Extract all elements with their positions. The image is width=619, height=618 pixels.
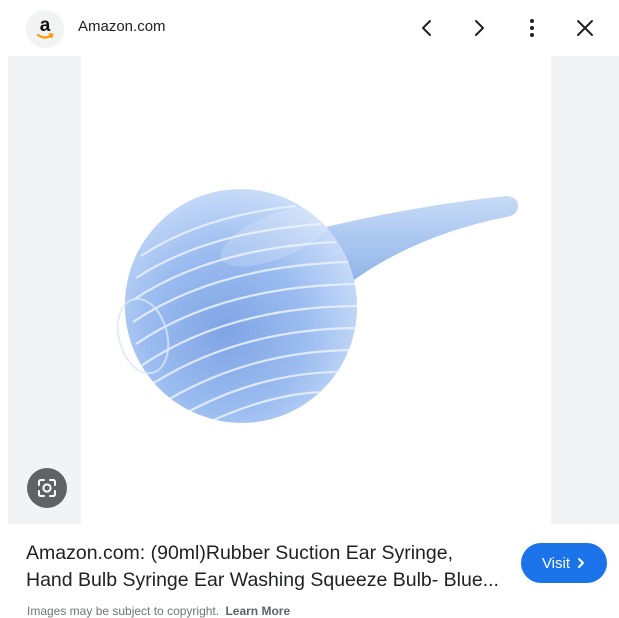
site-name[interactable]: Amazon.com <box>78 18 166 35</box>
google-lens-button[interactable] <box>27 468 67 508</box>
more-options-button[interactable] <box>514 10 550 46</box>
close-button[interactable] <box>567 10 603 46</box>
close-icon <box>577 20 593 36</box>
amazon-favicon[interactable]: a <box>26 10 64 48</box>
chevron-right-icon <box>578 558 585 568</box>
visit-label: Visit <box>541 554 571 572</box>
rubber-bulb-syringe-photo <box>116 189 518 429</box>
preview-header: a Amazon.com <box>8 0 619 56</box>
amazon-logo-icon: a <box>36 16 54 39</box>
next-button[interactable] <box>461 10 497 46</box>
previous-icon <box>422 20 431 36</box>
next-icon <box>475 20 484 36</box>
visit-button[interactable]: Visit <box>521 543 607 583</box>
image-viewer <box>8 56 619 524</box>
more-options-icon <box>530 19 534 37</box>
result-title[interactable]: Amazon.com: (90ml)Rubber Suction Ear Syr… <box>26 540 504 594</box>
favicon-letter: a <box>40 16 51 36</box>
product-image[interactable] <box>81 56 551 524</box>
google-lens-icon <box>38 479 56 497</box>
image-preview-panel: a Amazon.com Amazon.com: (90ml)Rubber Su… <box>8 0 619 618</box>
previous-button[interactable] <box>409 10 445 46</box>
result-title-line-2[interactable]: Hand Bulb Syringe Ear Washing Squeeze Bu… <box>26 567 504 594</box>
result-title-line-1[interactable]: Amazon.com: (90ml)Rubber Suction Ear Syr… <box>26 540 504 567</box>
